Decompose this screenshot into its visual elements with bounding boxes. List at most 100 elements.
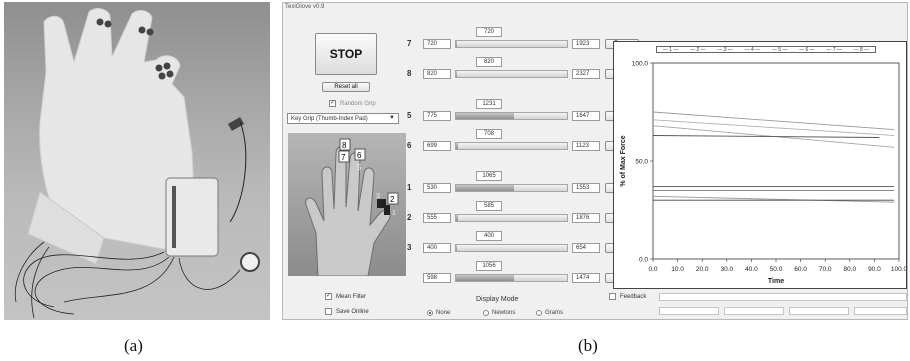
glove-photo (4, 2, 270, 320)
x-tick-label: 60.0 (794, 266, 807, 273)
hand-label-6: 6 (357, 151, 362, 160)
x-tick-label: 10.0 (671, 266, 684, 273)
force-slider-track[interactable] (455, 244, 568, 252)
channel-number: 8 (407, 69, 412, 78)
x-tick-label: 50.0 (770, 266, 783, 273)
hand-sensor-map: 8 7 6 5 3 2 1 (288, 133, 406, 276)
display-mode-grams-label: Grams (545, 310, 563, 316)
slider-min-value: 530 (423, 183, 451, 193)
hand-label-7: 7 (341, 153, 346, 162)
channel-number: 6 (407, 141, 412, 150)
status-field-4 (854, 307, 907, 315)
force-slider-track[interactable] (455, 40, 568, 48)
x-tick-label: 30.0 (720, 266, 733, 273)
x-tick-label: 40.0 (745, 266, 758, 273)
feedback-checkbox[interactable]: Feedback (609, 293, 646, 300)
slider-max-value: 1474 (572, 273, 600, 283)
hand-label-2: 2 (390, 195, 395, 204)
slider-current-value: 1231 (476, 99, 502, 109)
x-tick-label: 80.0 (843, 266, 856, 273)
radio-icon (483, 310, 489, 316)
radio-icon (536, 310, 542, 316)
legend-entry-label: 2 (696, 46, 700, 53)
force-slider-fill (456, 71, 458, 77)
series-line-2 (652, 119, 895, 136)
slider-min-value: 400 (423, 243, 451, 253)
legend-entry: — 7 — (826, 46, 842, 53)
slider-max-value: 1923 (572, 39, 600, 49)
channel-number: 5 (407, 111, 412, 120)
status-field-3 (789, 307, 849, 315)
legend-entry-label: 3 (723, 46, 727, 53)
hand-label-8: 8 (342, 141, 347, 150)
x-tick-label: 0.0 (648, 266, 657, 273)
legend-entry-label: 6 (805, 46, 809, 53)
force-slider-track[interactable] (455, 214, 568, 222)
legend-entry: — 3 — (717, 46, 733, 53)
usb-connector (227, 117, 245, 131)
slider-current-value: 1065 (476, 171, 502, 181)
channel-number: 2 (407, 213, 412, 222)
y-axis-label: % of Max Force (620, 135, 627, 186)
force-slider-fill (456, 41, 458, 47)
series-line-1 (652, 111, 895, 131)
mean-filter-label: Mean Filter (336, 293, 367, 300)
force-slider-fill (456, 185, 514, 191)
connector-cable (229, 121, 247, 223)
channel-number: 7 (407, 39, 412, 48)
window-title: TexiGlove v0.9 (285, 4, 325, 10)
grip-select[interactable]: Key Grip (Thumb-Index Pad) ▼ (287, 113, 399, 124)
mean-filter-check-icon: ✓ (325, 293, 332, 300)
force-chart: 0.0 10.0 20.0 30.0 40.0 50.0 60.0 70.0 80.0 90.0 1… (620, 61, 907, 286)
display-mode-grams-radio[interactable]: Grams (536, 310, 563, 316)
force-slider-fill (456, 215, 459, 221)
force-slider-track[interactable] (455, 184, 568, 192)
stop-button[interactable]: STOP (315, 33, 377, 75)
slider-max-value: 654 (572, 243, 600, 253)
force-slider-track[interactable] (455, 70, 568, 78)
reset-all-button[interactable]: Reset all (322, 82, 370, 92)
slider-current-value: 720 (476, 27, 502, 37)
legend-entry: — 1 — (662, 46, 679, 53)
y-tick-label: 0.0 (639, 257, 648, 264)
slider-current-value: 1056 (476, 261, 502, 271)
display-mode-newtons-radio[interactable]: Newtons (483, 310, 515, 316)
channel-number: 1 (407, 183, 412, 192)
texiglove-window: TexiGlove v0.9 STOP Reset all ✓ Random G… (282, 2, 908, 320)
legend-entry: — 6 — (799, 46, 815, 53)
mean-filter-checkbox[interactable]: ✓ Mean Filter (325, 293, 366, 300)
hand-label-1: 1 (392, 210, 396, 217)
hand-label-3: 3 (376, 193, 380, 200)
force-slider-track[interactable] (455, 112, 568, 120)
force-slider-fill (456, 143, 459, 149)
slider-max-value: 1123 (572, 141, 600, 151)
display-mode-newtons-label: Newtons (492, 310, 516, 316)
legend-entry-label: 8 (859, 46, 863, 53)
slider-max-value: 1876 (572, 213, 600, 223)
legend-entry-label: 1 (669, 46, 673, 53)
save-online-checkbox[interactable]: Save Online (325, 308, 369, 315)
legend-entry-label: 4 (750, 46, 754, 53)
legend-entry-label: 5 (778, 46, 782, 53)
random-grip-checkbox[interactable]: ✓ Random Grip (329, 100, 376, 107)
chevron-down-icon: ▼ (389, 115, 395, 121)
slider-current-value: 708 (476, 129, 502, 139)
slider-min-value: 598 (423, 273, 451, 283)
display-mode-label: Display Mode (476, 296, 519, 303)
y-tick-label: 50.0 (635, 159, 648, 166)
legend-entry: — 5 — (771, 46, 788, 53)
caption-a: (a) (124, 336, 143, 355)
legend-entry-label: 7 (832, 46, 836, 53)
electronics-box-edge (172, 186, 176, 248)
legend-entry: — 4 — (744, 46, 761, 53)
slider-current-value: 820 (476, 57, 502, 67)
random-grip-label: Random Grip (340, 100, 376, 107)
round-button (240, 252, 260, 272)
slider-min-value: 775 (423, 111, 451, 121)
force-slider-track[interactable] (455, 142, 568, 150)
x-tick-label: 90.0 (868, 266, 881, 273)
plot-area (652, 62, 900, 260)
display-mode-none-radio[interactable]: None (427, 310, 450, 316)
feedback-input[interactable] (659, 293, 907, 301)
force-slider-track[interactable] (455, 274, 568, 282)
